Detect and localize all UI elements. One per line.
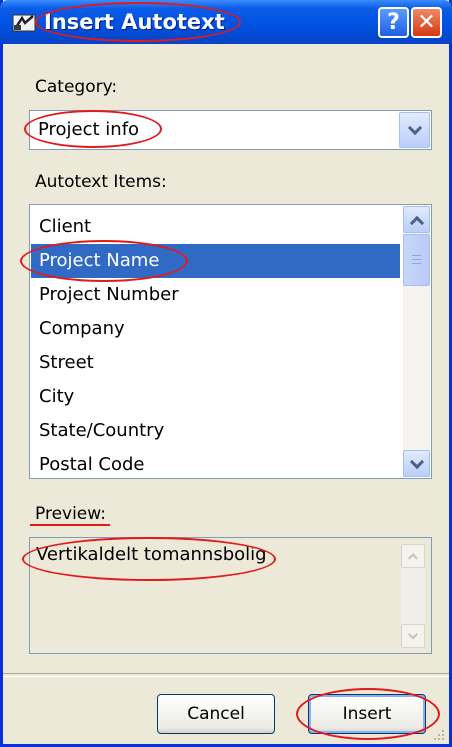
scroll-up-button[interactable] [403, 206, 430, 233]
dialog-title: Insert Autotext [44, 10, 225, 34]
list-item[interactable]: Company [31, 312, 400, 346]
category-dropdown[interactable]: Project info [29, 110, 432, 150]
list-item[interactable]: Street [31, 346, 400, 380]
list-item-selected[interactable]: Project Name [31, 244, 400, 278]
scroll-thumb[interactable] [403, 234, 430, 286]
grip-line [412, 259, 421, 260]
preview-scroll-up-button [401, 544, 425, 568]
grip-line [412, 263, 421, 264]
autotext-app-icon [12, 14, 36, 32]
chevron-up-icon [408, 553, 418, 564]
insert-button[interactable]: Insert [308, 694, 426, 734]
separator [3, 673, 449, 677]
preview-text: Vertikaldelt tomannsbolig [36, 544, 267, 565]
autotext-items-list[interactable]: Client Project Name Project Number Compa… [29, 204, 432, 479]
resize-grip-icon[interactable] [431, 727, 445, 741]
chevron-up-icon [409, 215, 424, 230]
list-item[interactable]: Project Number [31, 278, 400, 312]
scroll-down-button[interactable] [403, 450, 430, 477]
title-bar[interactable]: Insert Autotext ? ✕ [0, 0, 452, 44]
help-button[interactable]: ? [378, 7, 409, 38]
chevron-down-icon [407, 120, 422, 136]
category-label: Category: [35, 77, 118, 97]
preview-label: Preview: [35, 504, 106, 524]
close-button[interactable]: ✕ [411, 7, 442, 38]
items-scrollbar[interactable] [403, 206, 430, 477]
list-item[interactable]: Postal Code [31, 448, 400, 478]
list-item[interactable]: City [31, 380, 400, 414]
category-selected-value: Project info [38, 119, 140, 140]
preview-scroll-down-button [401, 624, 425, 648]
cancel-button[interactable]: Cancel [157, 694, 275, 734]
chevron-down-icon [408, 629, 418, 640]
preview-box: Vertikaldelt tomannsbolig [29, 537, 432, 654]
list-item[interactable]: Client [31, 210, 400, 244]
chevron-down-icon [409, 454, 424, 469]
category-dropdown-button[interactable] [399, 112, 430, 148]
autotext-items-label: Autotext Items: [35, 172, 167, 192]
preview-scrollbar [401, 544, 425, 648]
insert-autotext-dialog: Insert Autotext ? ✕ Category: Project in… [0, 0, 452, 747]
grip-line [412, 255, 421, 256]
list-item[interactable]: State/Country [31, 414, 400, 448]
